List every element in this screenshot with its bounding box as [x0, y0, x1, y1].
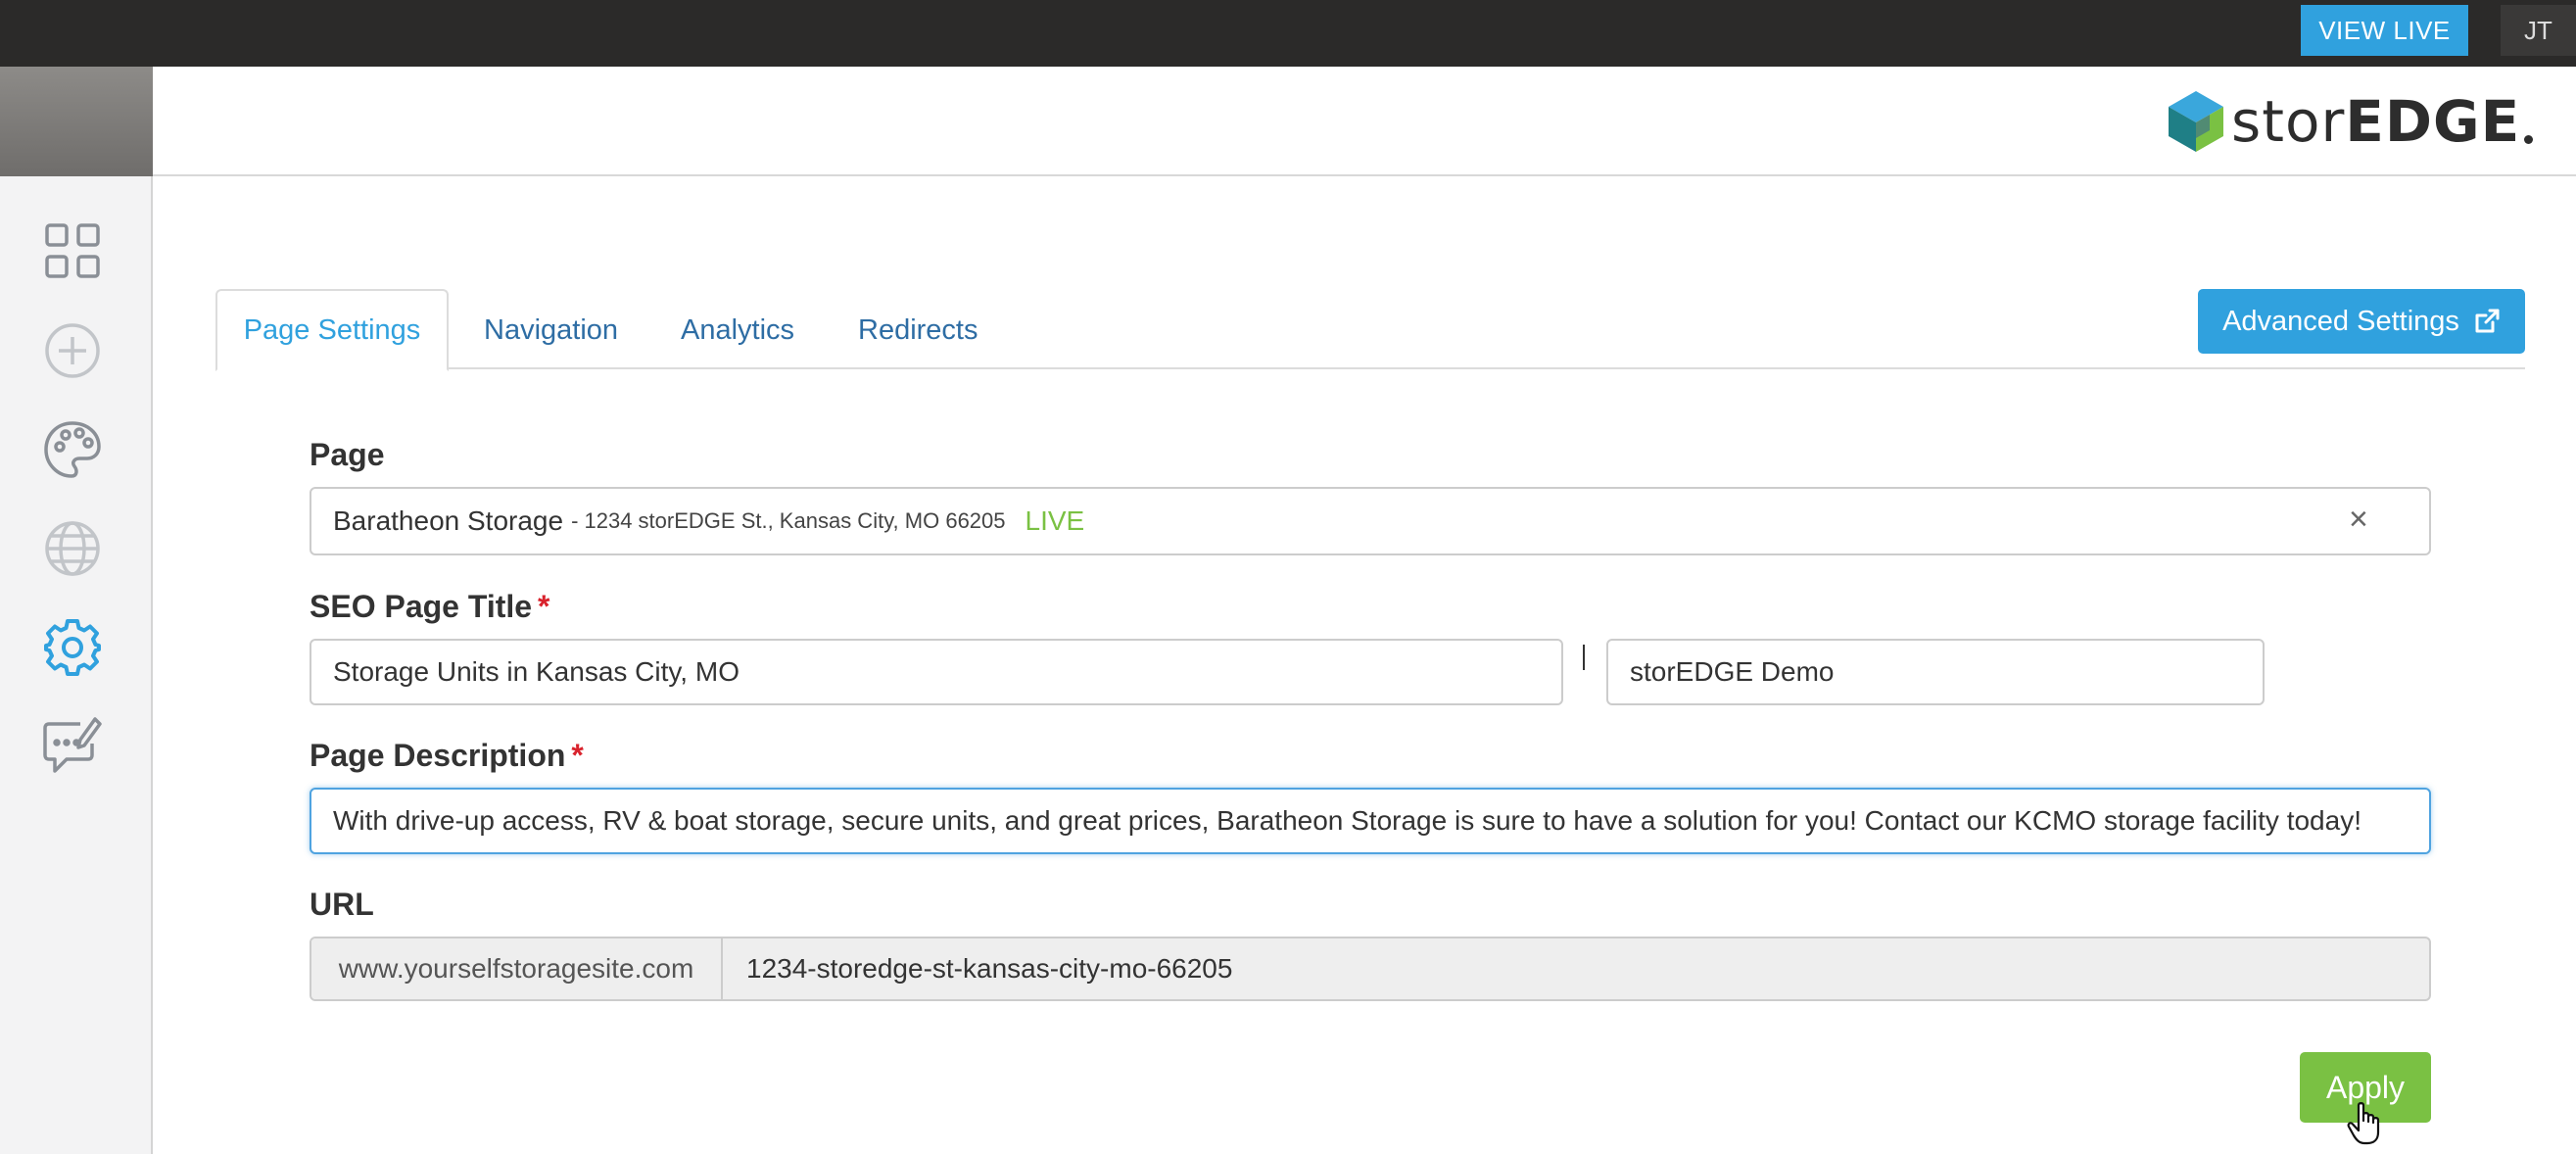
page-address: - 1234 storEDGE St., Kansas City, MO 662… — [571, 508, 1006, 533]
tab-navigation[interactable]: Navigation — [484, 289, 618, 371]
add-circle-icon — [45, 323, 100, 378]
header: storEDGE — [0, 67, 2576, 176]
tab-page-settings[interactable]: Page Settings — [215, 289, 449, 371]
page-status-badge: LIVE — [1025, 505, 1085, 536]
sidebar-item-web[interactable] — [37, 513, 108, 584]
page-select[interactable]: Baratheon Storage - 1234 storEDGE St., K… — [310, 487, 2431, 555]
left-sidebar — [0, 176, 153, 1154]
seo-title-label: SEO Page Title * — [310, 589, 550, 625]
logo-wordmark-bold: EDGE — [2345, 88, 2521, 155]
sidebar-item-feedback[interactable] — [37, 711, 108, 782]
advanced-settings-button[interactable]: Advanced Settings — [2198, 289, 2525, 354]
globe-icon — [45, 521, 100, 576]
logo-dot — [2524, 134, 2534, 144]
required-mark: * — [571, 738, 584, 773]
view-live-button[interactable]: VIEW LIVE — [2301, 5, 2468, 56]
hand-pointer-cursor-icon — [2347, 1102, 2380, 1145]
storedge-cube-icon — [2169, 91, 2223, 152]
tab-analytics[interactable]: Analytics — [681, 289, 794, 371]
sidebar-item-dashboard[interactable] — [37, 216, 108, 286]
tab-redirects[interactable]: Redirects — [858, 289, 978, 371]
sidebar-item-settings[interactable] — [37, 612, 108, 683]
user-menu-button[interactable]: JT — [2501, 5, 2576, 56]
sidebar-item-add[interactable] — [37, 315, 108, 386]
page-name: Baratheon Storage — [333, 505, 564, 536]
url-label: URL — [310, 887, 374, 922]
url-slug-field: 1234-storedge-st-kansas-city-mo-66205 — [746, 953, 1233, 984]
page-label: Page — [310, 437, 385, 472]
top-bar: VIEW LIVE JT — [0, 0, 2576, 67]
external-link-icon — [2475, 309, 2500, 333]
page-description-input[interactable]: With drive-up access, RV & boat storage,… — [310, 788, 2431, 854]
gear-icon — [44, 619, 101, 676]
seo-title-input[interactable]: Storage Units in Kansas City, MO — [310, 639, 1563, 705]
url-input-group: www.yourselfstoragesite.com 1234-storedg… — [310, 937, 2431, 1001]
sidebar-item-design[interactable] — [37, 414, 108, 485]
advanced-settings-label: Advanced Settings — [2222, 305, 2459, 337]
seo-title-label-text: SEO Page Title — [310, 589, 533, 624]
storedge-logo: storEDGE — [2167, 86, 2534, 157]
title-separator — [1583, 645, 1585, 670]
edit-message-icon — [43, 717, 102, 773]
page-description-label-text: Page Description — [310, 738, 566, 773]
grid-icon — [45, 223, 100, 278]
seo-title-suffix-input[interactable]: storEDGE Demo — [1606, 639, 2265, 705]
logo-wordmark-light: stor — [2231, 88, 2346, 155]
settings-tabs: Page Settings Navigation Analytics Redir… — [215, 289, 2525, 371]
logo-wordmark: storEDGE — [2231, 93, 2520, 150]
sidebar-header-block — [0, 67, 153, 176]
palette-icon — [44, 421, 101, 478]
page-description-label: Page Description * — [310, 738, 584, 774]
required-mark: * — [538, 589, 550, 624]
url-domain-prefix: www.yourselfstoragesite.com — [311, 938, 723, 999]
clear-page-button[interactable]: × — [2349, 501, 2368, 539]
